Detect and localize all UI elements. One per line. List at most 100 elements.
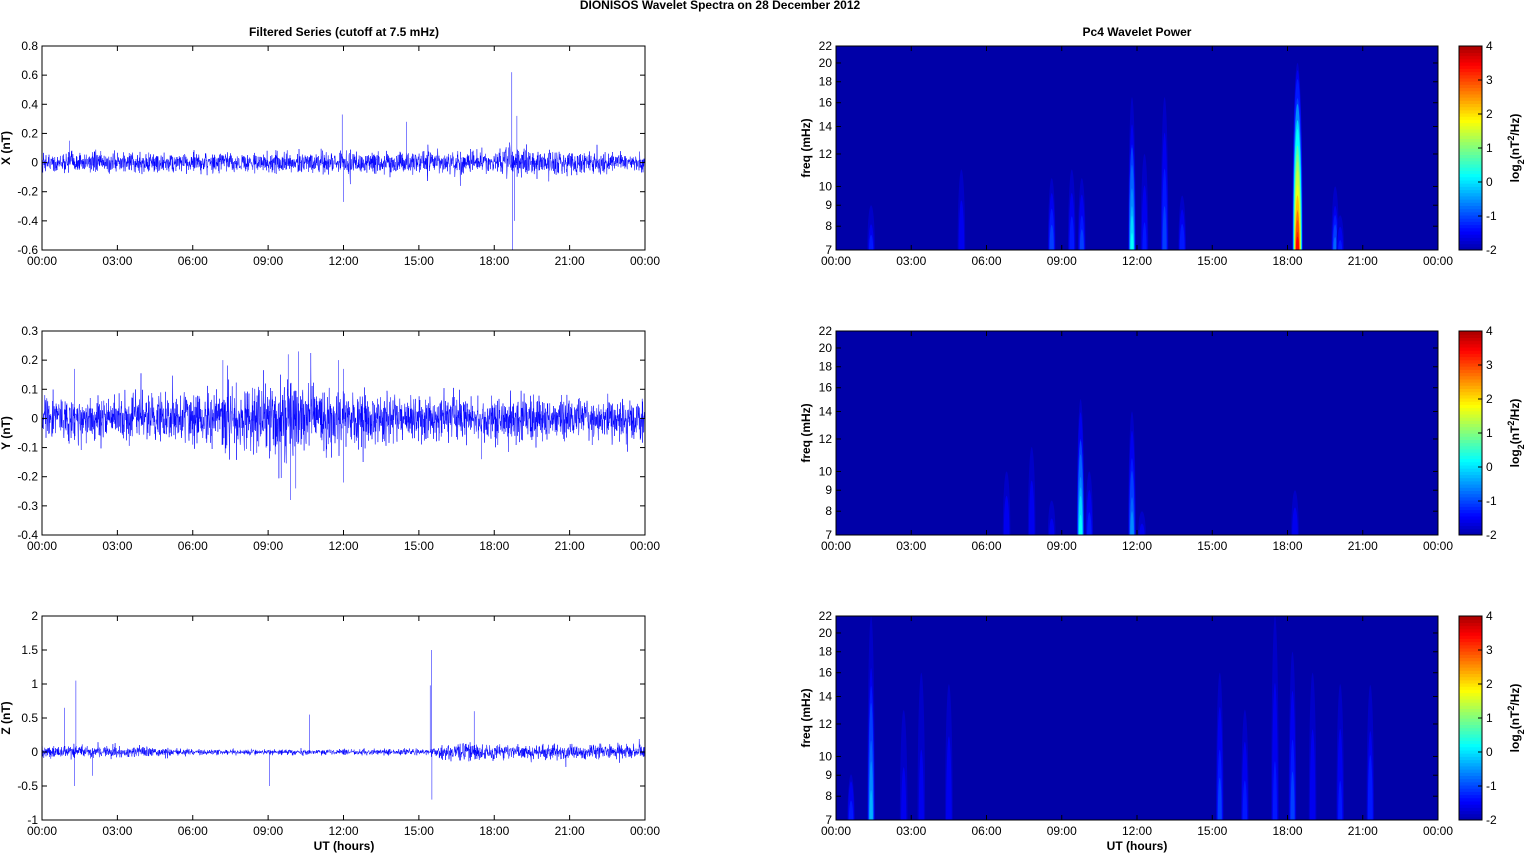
spectrogram-background xyxy=(836,46,1438,250)
colorbar-tick-label: 4 xyxy=(1486,324,1493,338)
colorbar-tick-label: 4 xyxy=(1486,609,1493,623)
freq-tick-label: 18 xyxy=(819,645,833,659)
colorbar-tick-label: 0 xyxy=(1486,745,1493,759)
x-tick-label: 03:00 xyxy=(896,539,926,553)
colorbar-label-part: /Hz) xyxy=(1508,684,1522,706)
freq-tick-label: 14 xyxy=(819,690,833,704)
freq-tick-label: 14 xyxy=(819,120,833,134)
freq-tick-label: 18 xyxy=(819,75,833,89)
colorbar-tick-label: 3 xyxy=(1486,358,1493,372)
x-tick-label: 00:00 xyxy=(27,254,57,268)
freq-tick-label: 16 xyxy=(819,96,833,110)
x-tick-label: 00:00 xyxy=(630,254,660,268)
series-plot-area xyxy=(42,46,645,250)
y-tick-label: -0.1 xyxy=(17,441,38,455)
freq-tick-label: 20 xyxy=(819,56,833,70)
series-xlabel: UT (hours) xyxy=(314,839,375,853)
series-title: Filtered Series (cutoff at 7.5 mHz) xyxy=(249,25,439,39)
x-tick-label: 00:00 xyxy=(821,254,851,268)
freq-tick-label: 14 xyxy=(819,405,833,419)
colorbar-tick-label: 0 xyxy=(1486,460,1493,474)
freq-tick-label: 12 xyxy=(819,717,833,731)
x-tick-label: 09:00 xyxy=(253,254,283,268)
x-tick-label: 03:00 xyxy=(102,539,132,553)
freq-tick-label: 10 xyxy=(819,464,833,478)
freq-tick-label: 10 xyxy=(819,179,833,193)
colorbar-label-part: log xyxy=(1508,734,1522,752)
x-tick-label: 12:00 xyxy=(328,254,358,268)
x-tick-label: 00:00 xyxy=(630,539,660,553)
x-tick-label: 00:00 xyxy=(630,824,660,838)
y-tick-label: 0 xyxy=(31,745,38,759)
colorbar-tick-label: -2 xyxy=(1486,243,1497,257)
x-tick-label: 15:00 xyxy=(1197,539,1227,553)
freq-tick-label: 12 xyxy=(819,432,833,446)
x-tick-label: 06:00 xyxy=(971,254,1001,268)
freq-tick-label: 18 xyxy=(819,360,833,374)
x-tick-label: 06:00 xyxy=(178,254,208,268)
x-tick-label: 21:00 xyxy=(1348,254,1378,268)
y-tick-label: 1 xyxy=(31,677,38,691)
freq-tick-label: 9 xyxy=(825,483,832,497)
freq-tick-label: 22 xyxy=(819,609,833,623)
x-tick-label: 06:00 xyxy=(971,539,1001,553)
y-tick-label: -0.2 xyxy=(17,185,38,199)
x-tick-label: 00:00 xyxy=(1423,539,1453,553)
x-tick-label: 09:00 xyxy=(253,539,283,553)
figure: DIONISOS Wavelet Spectra on 28 December … xyxy=(0,0,1525,853)
colorbar-tick-label: 1 xyxy=(1486,711,1493,725)
y-tick-label: 0 xyxy=(31,411,38,425)
x-tick-label: 15:00 xyxy=(404,539,434,553)
colorbar-label: log2(nT2/Hz) xyxy=(1506,684,1525,753)
freq-tick-label: 9 xyxy=(825,768,832,782)
series-ylabel: Z (nT) xyxy=(0,701,13,734)
colorbar-segment xyxy=(1459,616,1482,620)
y-tick-label: -0.3 xyxy=(17,499,38,513)
y-tick-label: 0.3 xyxy=(21,324,38,338)
y-tick-label: 0.4 xyxy=(21,97,38,111)
colorbar-label-part: (nT xyxy=(1508,425,1522,444)
y-tick-label: 0.6 xyxy=(21,68,38,82)
freq-tick-label: 9 xyxy=(825,198,832,212)
series-plot-area xyxy=(42,616,645,820)
freq-tick-label: 12 xyxy=(819,147,833,161)
x-tick-label: 00:00 xyxy=(821,539,851,553)
colorbar-segment xyxy=(1459,331,1482,335)
x-tick-label: 15:00 xyxy=(1197,254,1227,268)
x-tick-label: 06:00 xyxy=(971,824,1001,838)
y-tick-label: 0.1 xyxy=(21,382,38,396)
spectra-ylabel: freq (mHz) xyxy=(799,688,813,747)
series-ylabel: Y (nT) xyxy=(0,416,13,450)
colorbar-label-part: /Hz) xyxy=(1508,399,1522,421)
freq-tick-label: 16 xyxy=(819,381,833,395)
colorbar-label-part: /Hz) xyxy=(1508,114,1522,136)
colorbar-tick-label: 3 xyxy=(1486,643,1493,657)
freq-tick-label: 20 xyxy=(819,341,833,355)
x-tick-label: 09:00 xyxy=(1047,824,1077,838)
colorbar-tick-label: 1 xyxy=(1486,426,1493,440)
colorbar-tick-label: -1 xyxy=(1486,779,1497,793)
freq-tick-label: 8 xyxy=(825,504,832,518)
x-tick-label: 21:00 xyxy=(555,824,585,838)
colorbar-tick-label: 2 xyxy=(1486,392,1493,406)
spectrogram-background xyxy=(836,616,1438,820)
x-tick-label: 21:00 xyxy=(1348,824,1378,838)
y-tick-label: 1.5 xyxy=(21,643,38,657)
colorbar-tick-label: 4 xyxy=(1486,39,1493,53)
x-tick-label: 00:00 xyxy=(1423,254,1453,268)
colorbar-label-part: log xyxy=(1508,449,1522,467)
spectra-title: Pc4 Wavelet Power xyxy=(1083,25,1192,39)
colorbar-label: log2(nT2/Hz) xyxy=(1506,114,1525,183)
x-tick-label: 12:00 xyxy=(1122,539,1152,553)
x-tick-label: 12:00 xyxy=(328,824,358,838)
x-tick-label: 06:00 xyxy=(178,824,208,838)
colorbar-tick-label: 3 xyxy=(1486,73,1493,87)
colorbar-tick-label: 0 xyxy=(1486,175,1493,189)
x-tick-label: 09:00 xyxy=(253,824,283,838)
colorbar-tick-label: 1 xyxy=(1486,141,1493,155)
y-tick-label: 0.2 xyxy=(21,353,38,367)
colorbar-label-part: (nT xyxy=(1508,140,1522,159)
y-tick-label: 0.8 xyxy=(21,39,38,53)
x-tick-label: 12:00 xyxy=(1122,824,1152,838)
colorbar-tick-label: -1 xyxy=(1486,494,1497,508)
